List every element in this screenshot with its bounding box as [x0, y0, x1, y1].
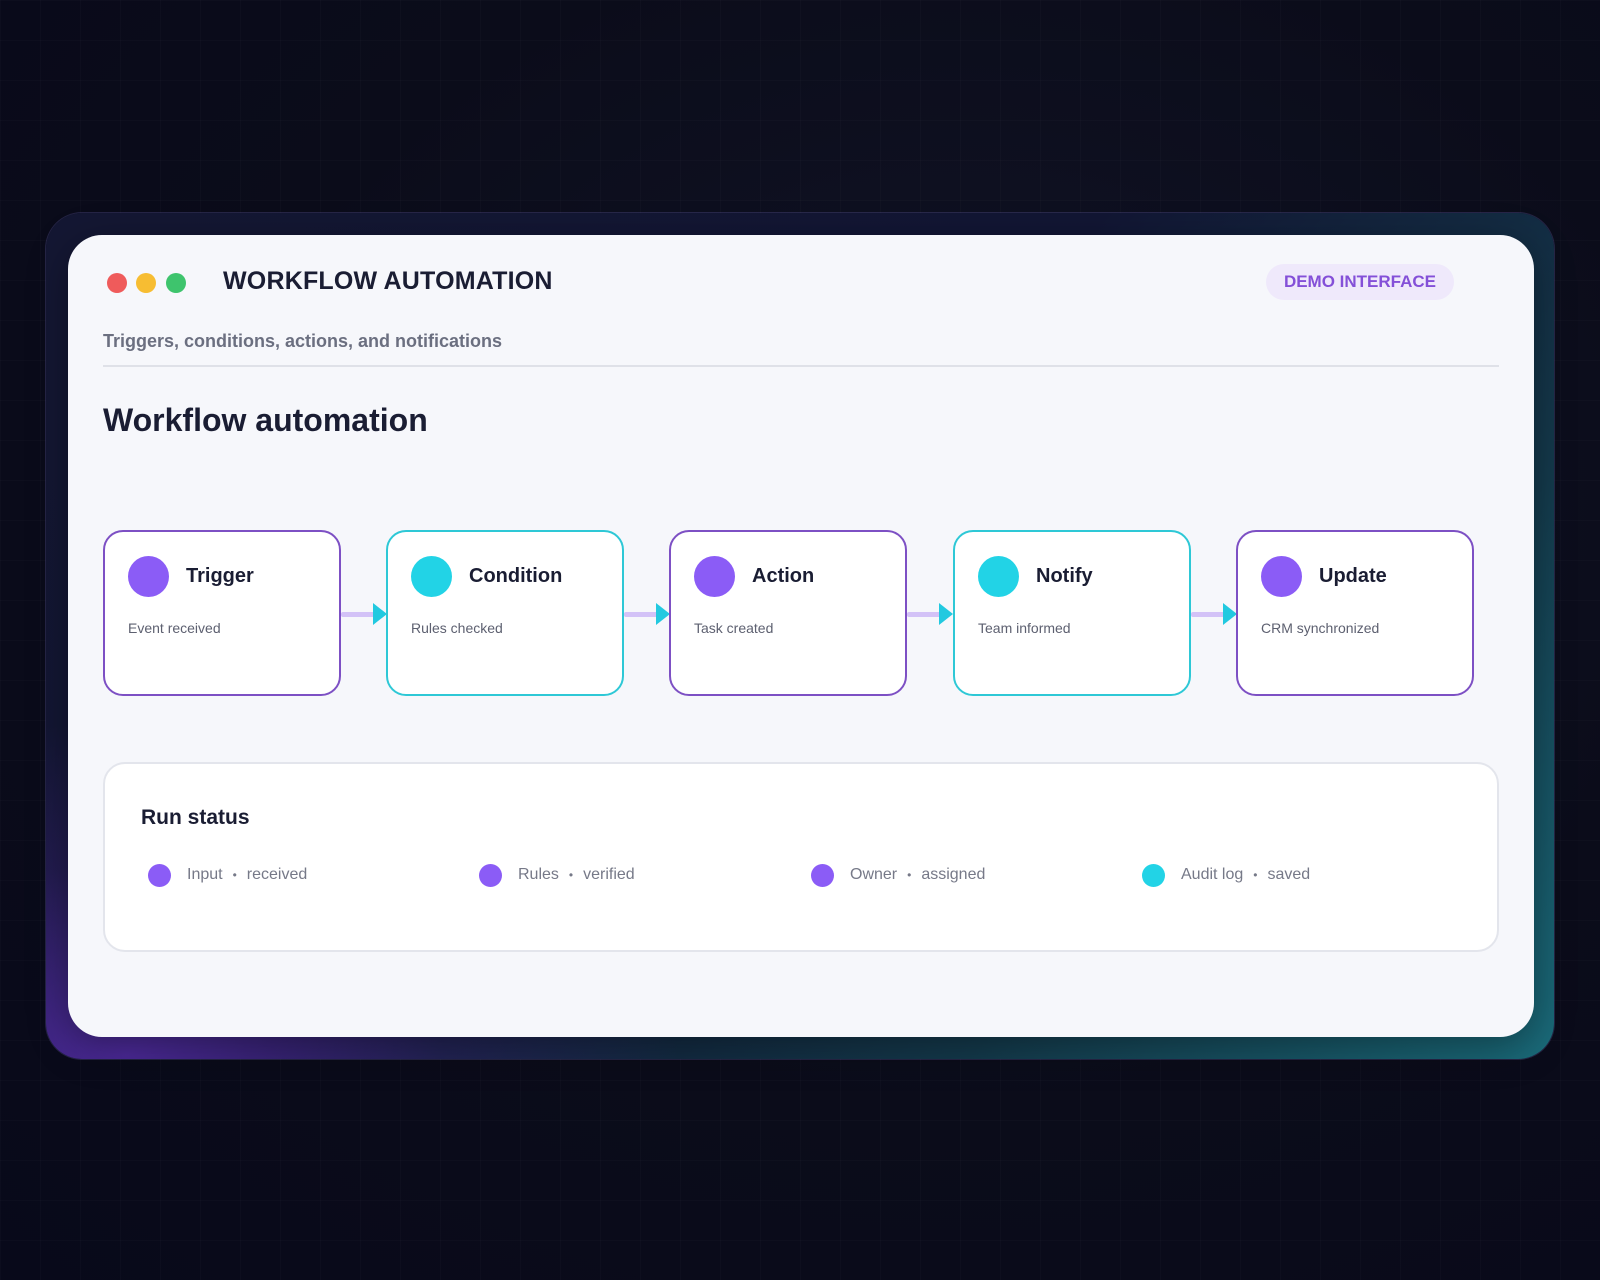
step-status-dot [128, 556, 169, 597]
status-dot [148, 863, 171, 887]
step-description: Event received [128, 620, 221, 636]
title-bar: WORKFLOW AUTOMATION DEMO INTERFACE [68, 235, 1534, 331]
arrow-right-icon [373, 603, 387, 625]
status-state: received [246, 866, 308, 883]
status-label: Input [187, 866, 223, 883]
step-status-dot [1261, 556, 1302, 597]
app-title: WORKFLOW AUTOMATION [223, 267, 553, 295]
status-label: Owner [850, 866, 898, 883]
arrow-right-icon [656, 603, 670, 625]
status-label: Rules [518, 866, 559, 883]
step-description: CRM synchronized [1261, 620, 1380, 636]
run-status-title: Run status [141, 806, 250, 829]
minimize-window-button[interactable] [136, 273, 156, 293]
step-card-trigger[interactable]: Trigger Event received [103, 530, 341, 696]
header-divider [103, 365, 1499, 367]
step-card-condition[interactable]: Condition Rules checked [386, 530, 624, 696]
step-description: Team informed [978, 620, 1071, 636]
step-description: Task created [694, 620, 774, 636]
step-status-dot [411, 556, 452, 597]
arrow-right-icon [939, 603, 953, 625]
step-status-dot [694, 556, 735, 597]
maximize-window-button[interactable] [166, 273, 186, 293]
status-dot [811, 863, 834, 887]
step-title: Update [1319, 565, 1387, 587]
status-separator: • [568, 868, 574, 882]
status-separator: • [1253, 868, 1258, 882]
step-title: Notify [1036, 565, 1093, 587]
app-window: WORKFLOW AUTOMATION DEMO INTERFACE Trigg… [68, 235, 1534, 1037]
status-dot [479, 863, 502, 887]
flow-arrow [341, 603, 387, 625]
status-state: saved [1267, 866, 1311, 883]
flow-arrow [1191, 603, 1237, 625]
demo-badge: DEMO INTERFACE [1265, 264, 1454, 300]
status-item-rules: Rules • verified [479, 863, 635, 887]
status-item-input: Input • received [148, 863, 307, 887]
status-label: Audit log [1181, 866, 1244, 883]
flow-arrow [907, 603, 953, 625]
step-description: Rules checked [411, 620, 503, 636]
status-state: verified [583, 866, 635, 883]
workflow-diagram: Trigger Event received Condition Rules c… [103, 530, 1499, 700]
status-item-owner: Owner • assigned [811, 863, 985, 887]
flow-arrow [624, 603, 670, 625]
app-subtitle: Triggers, conditions, actions, and notif… [103, 331, 503, 351]
step-title: Action [752, 565, 815, 587]
status-item-audit-log: Audit log • saved [1142, 863, 1310, 887]
step-title: Condition [469, 565, 563, 587]
step-title: Trigger [186, 565, 254, 587]
page-title: Workflow automation [103, 402, 428, 438]
step-card-notify[interactable]: Notify Team informed [953, 530, 1191, 696]
close-window-button[interactable] [107, 273, 127, 293]
status-state: assigned [921, 866, 986, 883]
step-card-action[interactable]: Action Task created [669, 530, 907, 696]
status-dot [1142, 863, 1165, 887]
step-card-update[interactable]: Update CRM synchronized [1236, 530, 1474, 696]
status-separator: • [907, 868, 912, 882]
arrow-right-icon [1223, 603, 1237, 625]
status-separator: • [232, 868, 237, 882]
run-status-card: Run status Input • received Rules • veri… [103, 762, 1499, 952]
step-status-dot [978, 556, 1019, 597]
